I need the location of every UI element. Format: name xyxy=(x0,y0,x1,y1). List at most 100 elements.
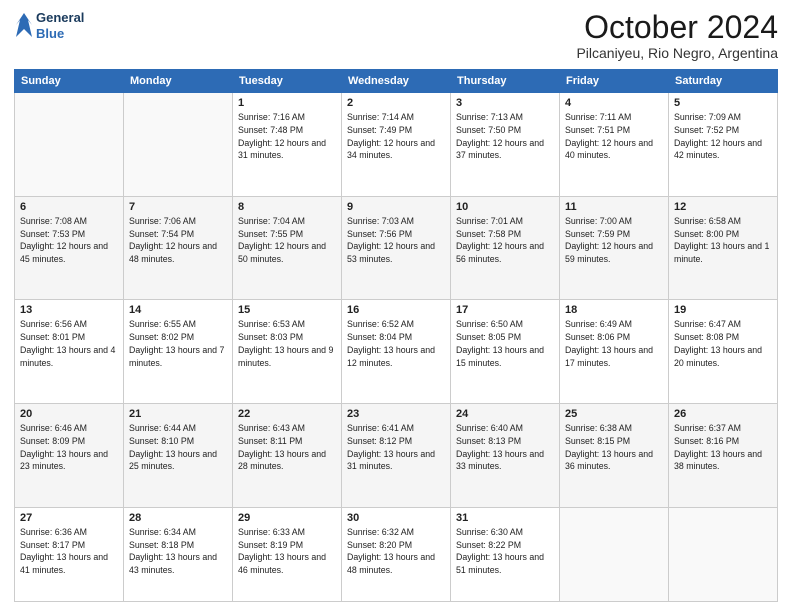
sunrise-text: Sunrise: 6:34 AM xyxy=(129,527,196,537)
daylight-text: Daylight: 13 hours and 31 minutes. xyxy=(347,449,435,472)
sunset-text: Sunset: 8:01 PM xyxy=(20,332,85,342)
calendar-cell: 5 Sunrise: 7:09 AM Sunset: 7:52 PM Dayli… xyxy=(669,93,778,197)
calendar-cell: 19 Sunrise: 6:47 AM Sunset: 8:08 PM Dayl… xyxy=(669,300,778,404)
day-number: 15 xyxy=(238,304,336,316)
sunrise-text: Sunrise: 6:55 AM xyxy=(129,319,196,329)
day-info: Sunrise: 6:33 AM Sunset: 8:19 PM Dayligh… xyxy=(238,526,336,577)
daylight-text: Daylight: 13 hours and 17 minutes. xyxy=(565,345,653,368)
calendar-cell: 28 Sunrise: 6:34 AM Sunset: 8:18 PM Dayl… xyxy=(124,507,233,601)
sunset-text: Sunset: 7:59 PM xyxy=(565,229,630,239)
sunrise-text: Sunrise: 7:11 AM xyxy=(565,112,631,122)
sunset-text: Sunset: 8:19 PM xyxy=(238,540,303,550)
calendar-cell: 22 Sunrise: 6:43 AM Sunset: 8:11 PM Dayl… xyxy=(233,404,342,508)
day-number: 4 xyxy=(565,97,663,109)
calendar-week-4: 20 Sunrise: 6:46 AM Sunset: 8:09 PM Dayl… xyxy=(15,404,778,508)
day-info: Sunrise: 6:34 AM Sunset: 8:18 PM Dayligh… xyxy=(129,526,227,577)
calendar-cell: 24 Sunrise: 6:40 AM Sunset: 8:13 PM Dayl… xyxy=(451,404,560,508)
page: General Blue October 2024 Pilcaniyeu, Ri… xyxy=(0,0,792,612)
sunset-text: Sunset: 8:06 PM xyxy=(565,332,630,342)
sunset-text: Sunset: 7:58 PM xyxy=(456,229,521,239)
calendar-cell: 31 Sunrise: 6:30 AM Sunset: 8:22 PM Dayl… xyxy=(451,507,560,601)
sunrise-text: Sunrise: 7:03 AM xyxy=(347,216,414,226)
daylight-text: Daylight: 12 hours and 31 minutes. xyxy=(238,138,326,161)
day-number: 25 xyxy=(565,408,663,420)
sunset-text: Sunset: 7:53 PM xyxy=(20,229,85,239)
daylight-text: Daylight: 13 hours and 36 minutes. xyxy=(565,449,653,472)
calendar-week-3: 13 Sunrise: 6:56 AM Sunset: 8:01 PM Dayl… xyxy=(15,300,778,404)
day-info: Sunrise: 6:58 AM Sunset: 8:00 PM Dayligh… xyxy=(674,215,772,266)
day-info: Sunrise: 7:06 AM Sunset: 7:54 PM Dayligh… xyxy=(129,215,227,266)
daylight-text: Daylight: 13 hours and 15 minutes. xyxy=(456,345,544,368)
calendar-cell xyxy=(669,507,778,601)
day-number: 2 xyxy=(347,97,445,109)
day-number: 6 xyxy=(20,201,118,213)
sunset-text: Sunset: 8:12 PM xyxy=(347,436,412,446)
calendar-cell: 3 Sunrise: 7:13 AM Sunset: 7:50 PM Dayli… xyxy=(451,93,560,197)
day-number: 22 xyxy=(238,408,336,420)
sunrise-text: Sunrise: 6:32 AM xyxy=(347,527,414,537)
calendar-week-1: 1 Sunrise: 7:16 AM Sunset: 7:48 PM Dayli… xyxy=(15,93,778,197)
sunrise-text: Sunrise: 7:09 AM xyxy=(674,112,741,122)
sunrise-text: Sunrise: 7:16 AM xyxy=(238,112,305,122)
day-info: Sunrise: 7:09 AM Sunset: 7:52 PM Dayligh… xyxy=(674,111,772,162)
day-number: 19 xyxy=(674,304,772,316)
header: General Blue October 2024 Pilcaniyeu, Ri… xyxy=(14,10,778,61)
day-info: Sunrise: 7:04 AM Sunset: 7:55 PM Dayligh… xyxy=(238,215,336,266)
daylight-text: Daylight: 12 hours and 34 minutes. xyxy=(347,138,435,161)
day-info: Sunrise: 7:11 AM Sunset: 7:51 PM Dayligh… xyxy=(565,111,663,162)
day-number: 8 xyxy=(238,201,336,213)
daylight-text: Daylight: 12 hours and 50 minutes. xyxy=(238,241,326,264)
sunset-text: Sunset: 8:22 PM xyxy=(456,540,521,550)
sunset-text: Sunset: 7:50 PM xyxy=(456,125,521,135)
sunrise-text: Sunrise: 6:58 AM xyxy=(674,216,741,226)
sunset-text: Sunset: 7:49 PM xyxy=(347,125,412,135)
daylight-text: Daylight: 13 hours and 48 minutes. xyxy=(347,552,435,575)
sunrise-text: Sunrise: 6:43 AM xyxy=(238,423,305,433)
calendar-cell xyxy=(560,507,669,601)
sunset-text: Sunset: 8:03 PM xyxy=(238,332,303,342)
day-number: 31 xyxy=(456,512,554,524)
sunset-text: Sunset: 7:55 PM xyxy=(238,229,303,239)
sunrise-text: Sunrise: 6:41 AM xyxy=(347,423,414,433)
calendar-cell: 2 Sunrise: 7:14 AM Sunset: 7:49 PM Dayli… xyxy=(342,93,451,197)
sunset-text: Sunset: 8:09 PM xyxy=(20,436,85,446)
sunrise-text: Sunrise: 7:14 AM xyxy=(347,112,414,122)
sunset-text: Sunset: 8:10 PM xyxy=(129,436,194,446)
calendar-cell: 6 Sunrise: 7:08 AM Sunset: 7:53 PM Dayli… xyxy=(15,196,124,300)
day-info: Sunrise: 6:55 AM Sunset: 8:02 PM Dayligh… xyxy=(129,318,227,369)
sunrise-text: Sunrise: 7:13 AM xyxy=(456,112,523,122)
sunset-text: Sunset: 8:00 PM xyxy=(674,229,739,239)
sunset-text: Sunset: 7:51 PM xyxy=(565,125,630,135)
calendar-cell: 18 Sunrise: 6:49 AM Sunset: 8:06 PM Dayl… xyxy=(560,300,669,404)
sunrise-text: Sunrise: 6:50 AM xyxy=(456,319,523,329)
sunrise-text: Sunrise: 6:44 AM xyxy=(129,423,196,433)
calendar-cell: 13 Sunrise: 6:56 AM Sunset: 8:01 PM Dayl… xyxy=(15,300,124,404)
calendar-cell: 14 Sunrise: 6:55 AM Sunset: 8:02 PM Dayl… xyxy=(124,300,233,404)
calendar-cell: 25 Sunrise: 6:38 AM Sunset: 8:15 PM Dayl… xyxy=(560,404,669,508)
calendar-cell: 21 Sunrise: 6:44 AM Sunset: 8:10 PM Dayl… xyxy=(124,404,233,508)
daylight-text: Daylight: 12 hours and 40 minutes. xyxy=(565,138,653,161)
location-subtitle: Pilcaniyeu, Rio Negro, Argentina xyxy=(576,45,778,61)
daylight-text: Daylight: 13 hours and 51 minutes. xyxy=(456,552,544,575)
daylight-text: Daylight: 13 hours and 23 minutes. xyxy=(20,449,108,472)
day-info: Sunrise: 6:37 AM Sunset: 8:16 PM Dayligh… xyxy=(674,422,772,473)
day-info: Sunrise: 6:36 AM Sunset: 8:17 PM Dayligh… xyxy=(20,526,118,577)
daylight-text: Daylight: 13 hours and 38 minutes. xyxy=(674,449,762,472)
day-info: Sunrise: 6:56 AM Sunset: 8:01 PM Dayligh… xyxy=(20,318,118,369)
day-number: 9 xyxy=(347,201,445,213)
calendar-cell: 1 Sunrise: 7:16 AM Sunset: 7:48 PM Dayli… xyxy=(233,93,342,197)
weekday-header-thursday: Thursday xyxy=(451,70,560,93)
daylight-text: Daylight: 12 hours and 56 minutes. xyxy=(456,241,544,264)
day-number: 1 xyxy=(238,97,336,109)
calendar-cell: 9 Sunrise: 7:03 AM Sunset: 7:56 PM Dayli… xyxy=(342,196,451,300)
day-number: 18 xyxy=(565,304,663,316)
daylight-text: Daylight: 12 hours and 37 minutes. xyxy=(456,138,544,161)
daylight-text: Daylight: 12 hours and 45 minutes. xyxy=(20,241,108,264)
sunset-text: Sunset: 8:11 PM xyxy=(238,436,302,446)
sunrise-text: Sunrise: 6:37 AM xyxy=(674,423,741,433)
calendar-cell: 11 Sunrise: 7:00 AM Sunset: 7:59 PM Dayl… xyxy=(560,196,669,300)
sunset-text: Sunset: 7:52 PM xyxy=(674,125,739,135)
daylight-text: Daylight: 13 hours and 4 minutes. xyxy=(20,345,115,368)
calendar-cell: 23 Sunrise: 6:41 AM Sunset: 8:12 PM Dayl… xyxy=(342,404,451,508)
logo-bird-icon xyxy=(14,11,34,41)
